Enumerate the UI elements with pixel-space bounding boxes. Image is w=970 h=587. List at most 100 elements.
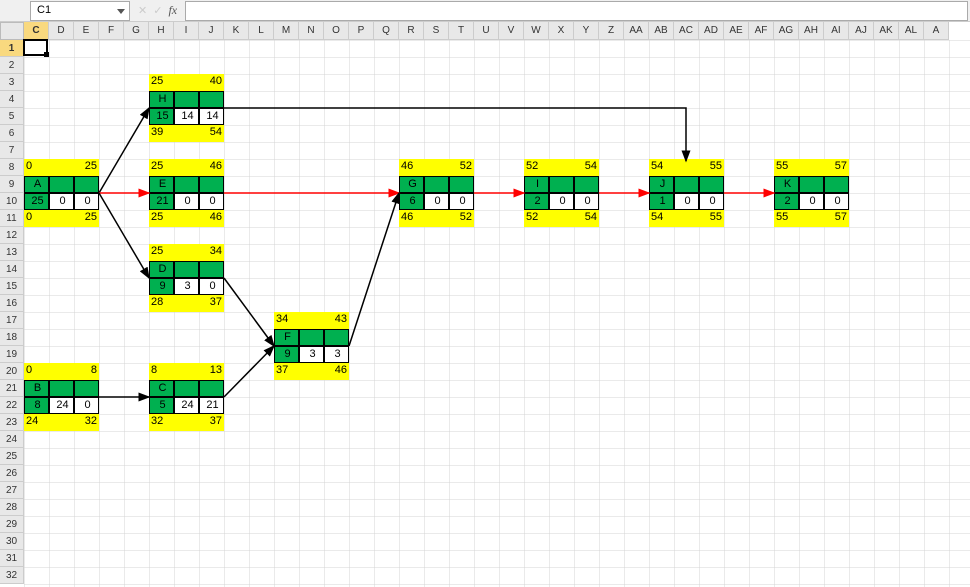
col-header-D[interactable]: D <box>49 22 74 40</box>
col-header-AA[interactable]: AA <box>624 22 649 40</box>
col-header-O[interactable]: O <box>324 22 349 40</box>
row-header-10[interactable]: 10 <box>0 193 24 210</box>
row-header-19[interactable]: 19 <box>0 346 24 363</box>
row-header-26[interactable]: 26 <box>0 465 24 482</box>
cells-area[interactable]: 025A250002508B824024322540H1514143954254… <box>24 40 970 587</box>
row-header-4[interactable]: 4 <box>0 91 24 108</box>
col-header-AJ[interactable]: AJ <box>849 22 874 40</box>
col-header-V[interactable]: V <box>499 22 524 40</box>
row-header-31[interactable]: 31 <box>0 550 24 567</box>
name-box[interactable]: C1 <box>30 1 130 21</box>
row-header-14[interactable]: 14 <box>0 261 24 278</box>
col-header-T[interactable]: T <box>449 22 474 40</box>
col-header-AK[interactable]: AK <box>874 22 899 40</box>
row-header-15[interactable]: 15 <box>0 278 24 295</box>
col-header-J[interactable]: J <box>199 22 224 40</box>
col-header-Q[interactable]: Q <box>374 22 399 40</box>
ef: 43 <box>324 312 349 329</box>
tf: 0 <box>674 193 699 210</box>
activity-name: C <box>149 380 174 397</box>
col-header-AF[interactable]: AF <box>749 22 774 40</box>
row-header-16[interactable]: 16 <box>0 295 24 312</box>
row-header-5[interactable]: 5 <box>0 108 24 125</box>
check-icon[interactable]: ✓ <box>153 4 162 17</box>
col-header-AG[interactable]: AG <box>774 22 799 40</box>
col-header-X[interactable]: X <box>549 22 574 40</box>
col-header-G[interactable]: G <box>124 22 149 40</box>
row-header-6[interactable]: 6 <box>0 125 24 142</box>
col-header-AH[interactable]: AH <box>799 22 824 40</box>
cancel-icon[interactable]: ✕ <box>138 4 147 17</box>
col-header-AD[interactable]: AD <box>699 22 724 40</box>
col-header-N[interactable]: N <box>299 22 324 40</box>
col-header-E[interactable]: E <box>74 22 99 40</box>
col-header-L[interactable]: L <box>249 22 274 40</box>
col-header-AB[interactable]: AB <box>649 22 674 40</box>
col-header-M[interactable]: M <box>274 22 299 40</box>
tf: 0 <box>424 193 449 210</box>
col-header-S[interactable]: S <box>424 22 449 40</box>
ef: 8 <box>74 363 99 380</box>
ef: 55 <box>699 159 724 176</box>
col-header-AI[interactable]: AI <box>824 22 849 40</box>
col-header-P[interactable]: P <box>349 22 374 40</box>
col-header-U[interactable]: U <box>474 22 499 40</box>
col-header-K[interactable]: K <box>224 22 249 40</box>
ff: 3 <box>324 346 349 363</box>
row-header-24[interactable]: 24 <box>0 431 24 448</box>
ls: 28 <box>149 295 174 312</box>
row-header-22[interactable]: 22 <box>0 397 24 414</box>
row-header-1[interactable]: 1 <box>0 40 24 57</box>
col-header-Z[interactable]: Z <box>599 22 624 40</box>
col-header-C[interactable]: C <box>24 22 49 40</box>
col-header-I[interactable]: I <box>174 22 199 40</box>
row-header-30[interactable]: 30 <box>0 533 24 550</box>
ff: 0 <box>74 193 99 210</box>
col-header-AL[interactable]: AL <box>899 22 924 40</box>
ff: 0 <box>199 278 224 295</box>
col-header-AE[interactable]: AE <box>724 22 749 40</box>
activity-node-K: 5557K2005557 <box>774 159 849 227</box>
activity-node-E: 2546E21002546 <box>149 159 224 227</box>
col-header-R[interactable]: R <box>399 22 424 40</box>
col-header-W[interactable]: W <box>524 22 549 40</box>
row-header-18[interactable]: 18 <box>0 329 24 346</box>
duration: 9 <box>149 278 174 295</box>
duration: 21 <box>149 193 174 210</box>
row-header-29[interactable]: 29 <box>0 516 24 533</box>
row-header-13[interactable]: 13 <box>0 244 24 261</box>
row-header-32[interactable]: 32 <box>0 567 24 584</box>
row-header-27[interactable]: 27 <box>0 482 24 499</box>
activity-name: H <box>149 91 174 108</box>
activity-name: I <box>524 176 549 193</box>
ef: 13 <box>199 363 224 380</box>
col-header-Y[interactable]: Y <box>574 22 599 40</box>
row-header-2[interactable]: 2 <box>0 57 24 74</box>
row-header-21[interactable]: 21 <box>0 380 24 397</box>
row-headers: 1234567891011121314151617181920212223242… <box>0 40 24 587</box>
activity-name: G <box>399 176 424 193</box>
row-header-7[interactable]: 7 <box>0 142 24 159</box>
row-header-25[interactable]: 25 <box>0 448 24 465</box>
ls: 54 <box>649 210 674 227</box>
row-header-8[interactable]: 8 <box>0 159 24 176</box>
row-header-23[interactable]: 23 <box>0 414 24 431</box>
row-header-11[interactable]: 11 <box>0 210 24 227</box>
es: 25 <box>149 74 174 91</box>
ls: 52 <box>524 210 549 227</box>
row-header-12[interactable]: 12 <box>0 227 24 244</box>
row-header-3[interactable]: 3 <box>0 74 24 91</box>
col-header-A[interactable]: A <box>924 22 949 40</box>
formula-input[interactable] <box>185 1 968 21</box>
lf: 46 <box>324 363 349 380</box>
row-header-9[interactable]: 9 <box>0 176 24 193</box>
select-all-corner[interactable] <box>0 22 24 40</box>
row-header-17[interactable]: 17 <box>0 312 24 329</box>
row-header-20[interactable]: 20 <box>0 363 24 380</box>
ef: 54 <box>574 159 599 176</box>
col-header-AC[interactable]: AC <box>674 22 699 40</box>
fx-icon[interactable]: fx <box>168 3 177 18</box>
row-header-28[interactable]: 28 <box>0 499 24 516</box>
col-header-H[interactable]: H <box>149 22 174 40</box>
col-header-F[interactable]: F <box>99 22 124 40</box>
